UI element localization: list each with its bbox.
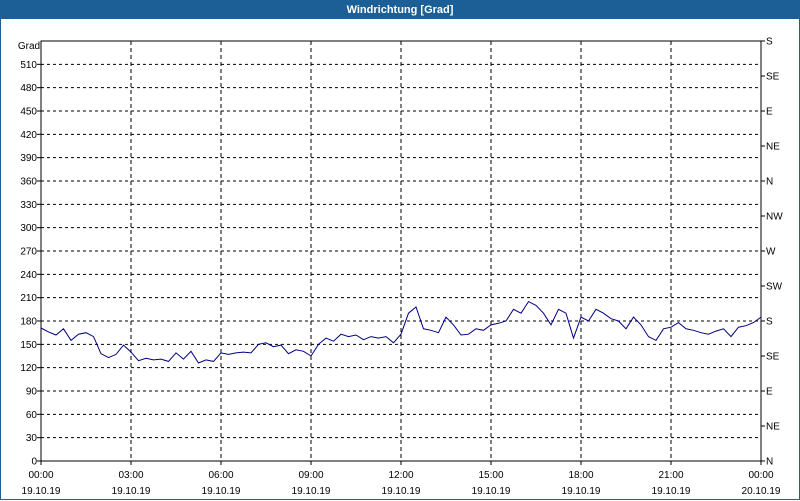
y-tick-label: 240	[20, 270, 37, 281]
y-tick-label: 330	[20, 200, 37, 211]
y-tick-label: 480	[20, 83, 37, 94]
y-tick-label: 510	[20, 60, 37, 71]
y-tick-label: 60	[26, 410, 38, 421]
chart-window: Windrichtung [Grad] 0 30 60 90 120 150 180 210 2…	[0, 0, 800, 500]
y-right-tick-label: S	[766, 37, 773, 48]
line-chart: 0 30 60 90 120 150 180 210 240 270 300 330 360 390 420…	[18, 37, 783, 498]
x-tick-label-date: 19.10.19	[112, 486, 151, 497]
y-right-tick-label: SE	[766, 72, 780, 83]
y-right-tick-label: E	[766, 107, 773, 118]
y-right-tick-label: SW	[766, 282, 783, 293]
y-tick-label: 420	[20, 130, 37, 141]
y-right-tick-label: W	[766, 247, 776, 258]
x-tick-label-time: 15:00	[478, 470, 503, 481]
x-tick-label-date: 19.10.19	[472, 486, 511, 497]
grid-lines	[41, 41, 761, 461]
y-tick-label: 270	[20, 247, 37, 258]
y-right-tick-label: E	[766, 387, 773, 398]
x-tick-label-date: 20.10.19	[742, 486, 781, 497]
y-tick-label: 300	[20, 223, 37, 234]
y-tick-label: 390	[20, 153, 37, 164]
y-right-tick-label: SE	[766, 352, 780, 363]
x-axis: 00:00 19.10.19 03:00 19.10.19 06:00 19.10.19 0…	[22, 461, 781, 497]
x-tick-label-time: 09:00	[298, 470, 323, 481]
y-tick-label: 450	[20, 107, 37, 118]
x-tick-label-date: 19.10.19	[22, 486, 61, 497]
y-tick-label: 150	[20, 340, 37, 351]
y-tick-label: 180	[20, 317, 37, 328]
x-tick-label-date: 19.10.19	[292, 486, 331, 497]
x-tick-label-time: 00:00	[748, 470, 773, 481]
y-tick-label: 210	[20, 293, 37, 304]
x-tick-label-date: 19.10.19	[562, 486, 601, 497]
y-right-tick-label: NE	[766, 142, 780, 153]
x-tick-label-time: 00:00	[28, 470, 53, 481]
y-tick-label: 90	[26, 387, 38, 398]
x-tick-label-date: 19.10.19	[652, 486, 691, 497]
x-tick-label-time: 06:00	[208, 470, 233, 481]
x-tick-label-date: 19.10.19	[202, 486, 241, 497]
y-tick-label: 120	[20, 363, 37, 374]
y-axis-label: Grad	[18, 41, 40, 52]
y-tick-label: 0	[31, 457, 37, 468]
y-axis-left: 0 30 60 90 120 150 180 210 240 270 300 330 360 390 420…	[20, 60, 41, 468]
x-tick-label-time: 12:00	[388, 470, 413, 481]
x-tick-label-time: 21:00	[658, 470, 683, 481]
y-tick-label: 360	[20, 177, 37, 188]
y-right-tick-label: S	[766, 317, 773, 328]
x-tick-label-time: 03:00	[118, 470, 143, 481]
y-right-tick-label: N	[766, 177, 773, 188]
x-tick-label-time: 18:00	[568, 470, 593, 481]
y-right-tick-label: N	[766, 457, 773, 468]
y-right-tick-label: NW	[766, 212, 783, 223]
y-right-tick-label: NE	[766, 422, 780, 433]
x-tick-label-date: 19.10.19	[382, 486, 421, 497]
y-tick-label: 30	[26, 433, 38, 444]
y-axis-right: N NE E SE S SW W NW N NE E SE S	[761, 37, 783, 468]
